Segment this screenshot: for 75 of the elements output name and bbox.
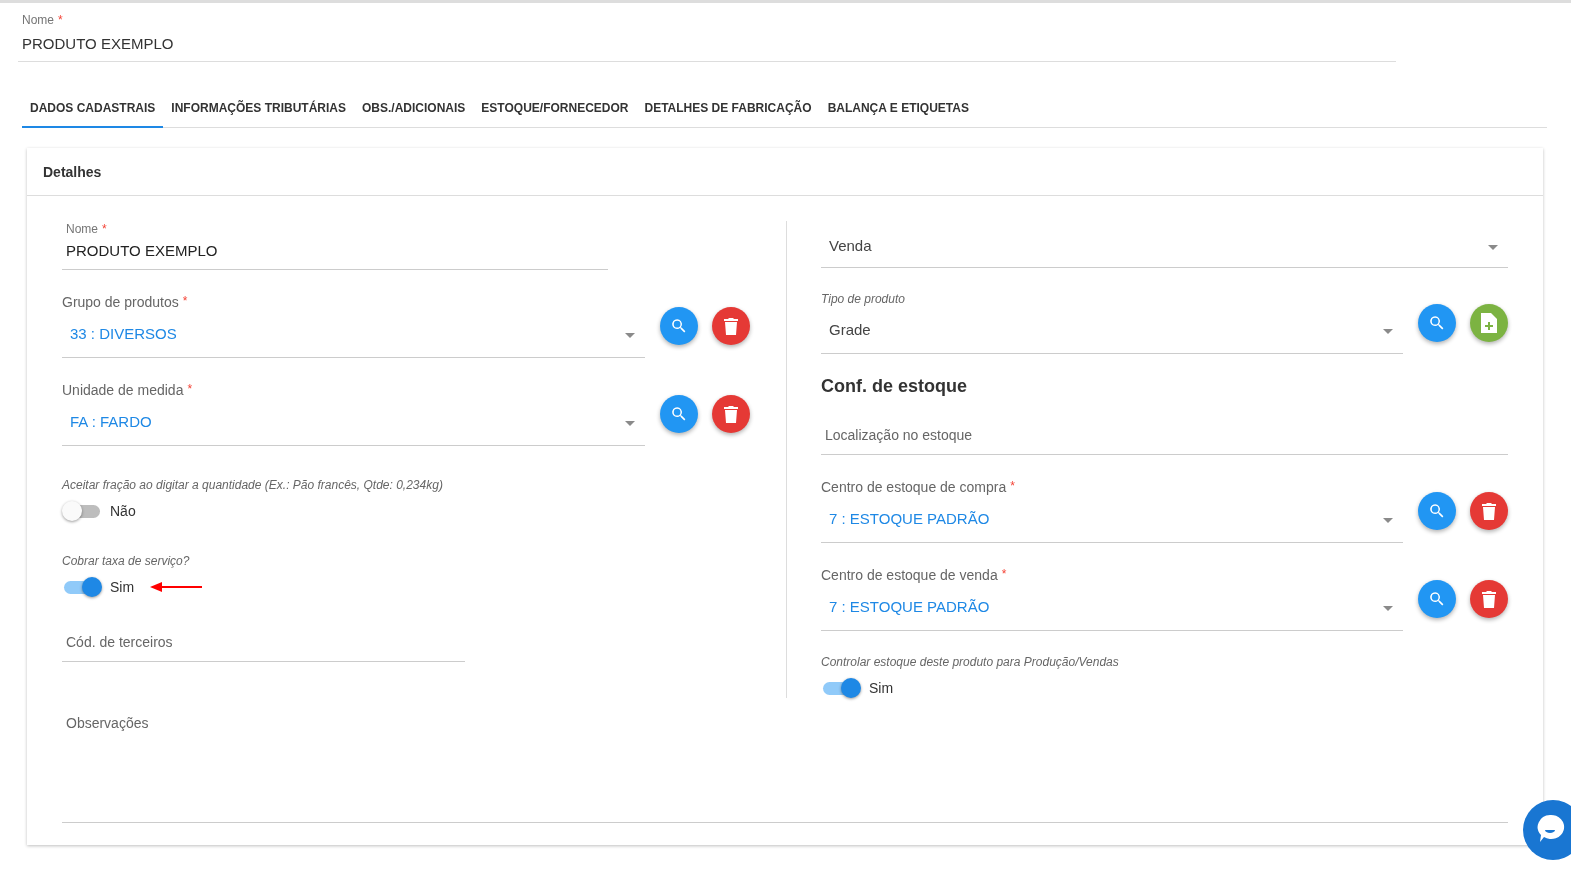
text-field[interactable]: Nome * PRODUTO EXEMPLO <box>62 216 608 270</box>
tab[interactable]: DADOS CADASTRAIS <box>22 92 164 128</box>
dropdown-field[interactable]: 7 : ESTOQUE PADRÃO <box>821 583 1403 631</box>
field-label: Unidade de medida <box>62 382 184 398</box>
toggle-switch[interactable] <box>62 576 102 598</box>
field-value: FA : FARDO <box>70 413 152 430</box>
required-marker: * <box>182 294 188 308</box>
tab[interactable]: ESTOQUE/FORNECEDOR <box>473 92 637 128</box>
caret-icon <box>1383 518 1393 523</box>
search-icon <box>1428 314 1446 332</box>
section-heading: Conf. de estoque <box>821 376 968 397</box>
delete-button[interactable] <box>1470 580 1508 618</box>
toggle-state: Não <box>110 503 136 519</box>
trash-icon <box>723 405 739 423</box>
tab[interactable]: OBS./ADICIONAIS <box>354 92 474 128</box>
search-button[interactable] <box>660 307 698 345</box>
toggle-label: Controlar estoque deste produto para Produção/Vendas <box>821 655 1120 669</box>
dropdown-field[interactable]: 33 : DIVERSOS <box>62 310 645 358</box>
caret-icon <box>625 333 635 338</box>
add-file-button[interactable] <box>1470 304 1508 342</box>
field-label: Centro de estoque de venda <box>821 567 998 583</box>
field-value: Venda <box>829 237 872 254</box>
field-label: Nome <box>22 13 54 27</box>
tab[interactable]: INFORMAÇÕES TRIBUTÁRIAS <box>163 92 354 128</box>
search-button[interactable] <box>1418 580 1456 618</box>
search-button[interactable] <box>1418 492 1456 530</box>
required-marker: * <box>1010 479 1015 493</box>
tab[interactable]: DETALHES DE FABRICAÇÃO <box>636 92 820 128</box>
search-icon <box>670 405 688 423</box>
field-value: 33 : DIVERSOS <box>70 325 177 342</box>
panel-title: Detalhes <box>43 163 102 180</box>
field-value: Grade <box>829 321 871 338</box>
required-marker: * <box>187 382 193 396</box>
field-label: Tipo de produto <box>821 292 905 306</box>
field-label: Centro de estoque de compra <box>821 479 1007 495</box>
field-value: PRODUTO EXEMPLO <box>22 35 175 52</box>
trash-icon <box>1481 590 1497 608</box>
search-button[interactable] <box>1418 304 1456 342</box>
delete-button[interactable] <box>1470 492 1508 530</box>
toggle-label: Cobrar taxa de serviço? <box>62 554 191 568</box>
dropdown-field[interactable]: 7 : ESTOQUE PADRÃO <box>821 495 1403 543</box>
search-icon <box>670 317 688 335</box>
text-field[interactable]: Cód. de terceiros <box>62 622 465 662</box>
notes-field[interactable]: Observações <box>62 715 1508 823</box>
dropdown-field[interactable]: Venda <box>821 224 1508 268</box>
toggle-state: Sim <box>869 680 894 696</box>
field-label: Nome <box>66 222 98 236</box>
caret-icon <box>1383 329 1393 334</box>
caret-icon <box>1488 245 1498 250</box>
tab[interactable]: BALANÇA E ETIQUETAS <box>819 92 977 128</box>
trash-icon <box>723 317 739 335</box>
delete-button[interactable] <box>712 307 750 345</box>
required-marker: * <box>1001 567 1007 581</box>
search-icon <box>1428 502 1446 520</box>
dropdown-field[interactable]: Grade <box>821 306 1403 354</box>
search-icon <box>1428 590 1446 608</box>
chat-button[interactable] <box>1523 800 1571 860</box>
field-value: 7 : ESTOQUE PADRÃO <box>829 598 990 615</box>
field-value: 7 : ESTOQUE PADRÃO <box>829 510 990 527</box>
add-file-icon <box>1481 313 1497 333</box>
trash-icon <box>1481 502 1497 520</box>
field-value: PRODUTO EXEMPLO <box>66 242 219 259</box>
toggle-state: Sim <box>110 579 135 595</box>
toggle-switch[interactable] <box>821 677 861 699</box>
text-field[interactable]: Localização no estoque <box>821 415 1508 455</box>
dropdown-field[interactable]: FA : FARDO <box>62 398 645 446</box>
caret-icon <box>1383 606 1393 611</box>
required-marker: * <box>58 13 63 27</box>
toggle-switch[interactable] <box>62 500 102 522</box>
field-label: Grupo de produtos <box>62 294 179 310</box>
required-marker: * <box>102 222 107 236</box>
toggle-label: Aceitar fração ao digitar a quantidade (Ex.: Pão francês, Qtde: 0,234kg) <box>62 478 444 492</box>
search-button[interactable] <box>660 395 698 433</box>
delete-button[interactable] <box>712 395 750 433</box>
caret-icon <box>625 421 635 426</box>
